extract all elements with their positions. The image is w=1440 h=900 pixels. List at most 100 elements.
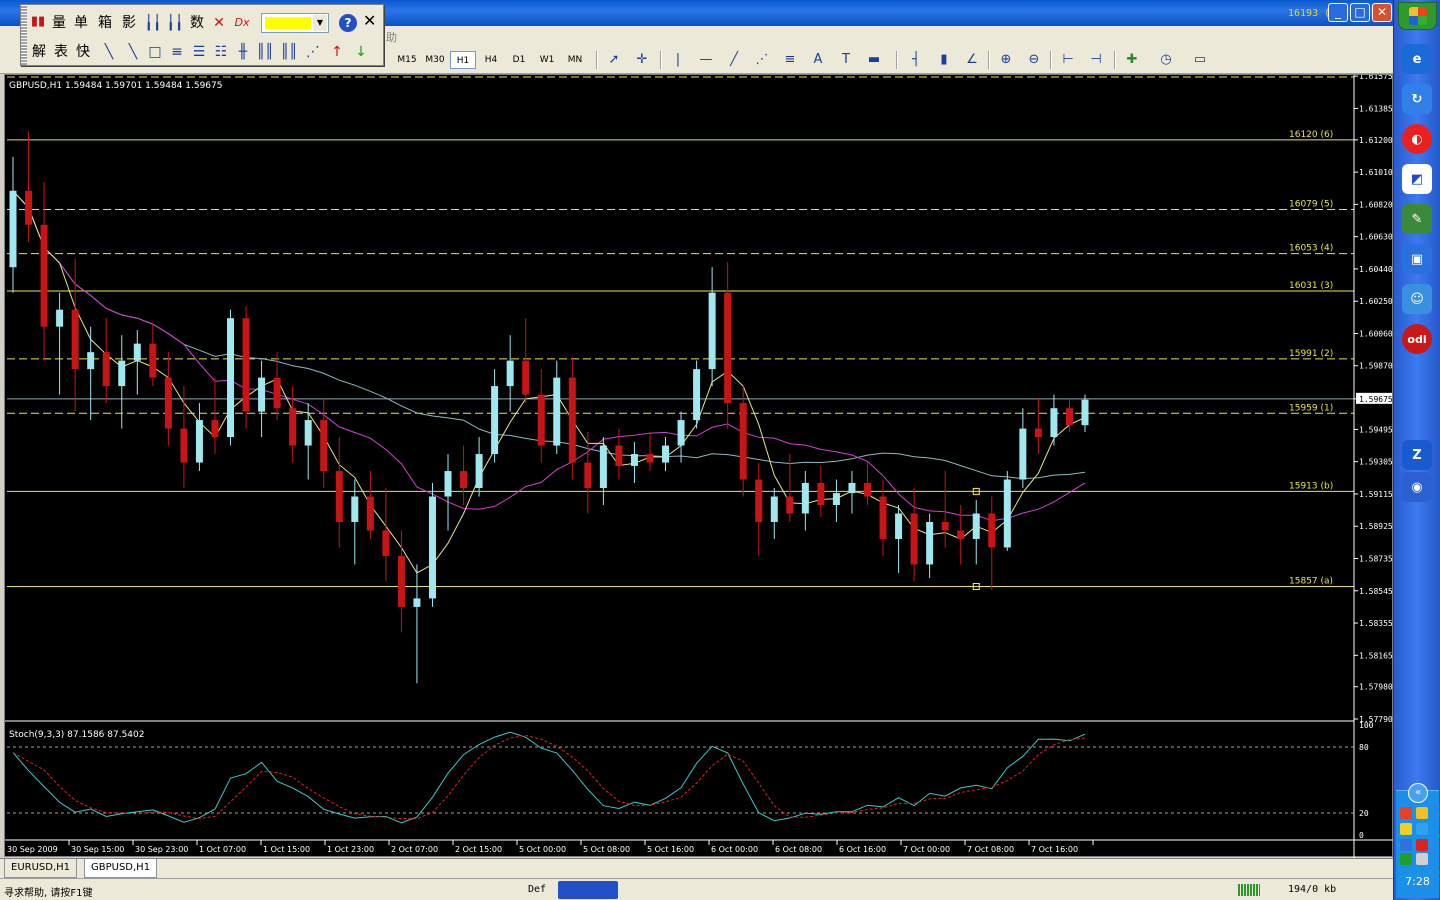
cross-lines-icon[interactable]: ✕	[209, 12, 229, 34]
chart-shift-icon[interactable]: ⊢	[1058, 51, 1078, 69]
float-item-8[interactable]: 快	[73, 41, 93, 63]
zoom-out-icon[interactable]: ⊖	[1024, 51, 1044, 69]
timeframe-mn[interactable]: MN	[562, 51, 588, 69]
autoscroll-icon[interactable]: ⊣	[1086, 51, 1106, 69]
float-item-7[interactable]: 表	[51, 41, 71, 63]
chevron-down-icon[interactable]: ▼	[313, 15, 327, 31]
tray-expand-icon[interactable]: «	[1408, 783, 1428, 803]
chart-area[interactable]: 16157 (7) 16120 (6) 16079 (5) 16053 (4) 1603…	[4, 74, 1394, 858]
timeframe-h1[interactable]: H1	[450, 51, 476, 69]
text-label-icon[interactable]: T	[836, 51, 856, 69]
delete-objects-icon[interactable]: Dx	[231, 12, 253, 34]
time-label: 7 Oct 08:00	[967, 845, 1014, 854]
float-item-3[interactable]: 箱	[95, 12, 115, 34]
timeframe-h4[interactable]: H4	[478, 51, 504, 69]
tray-icon-5[interactable]	[1400, 839, 1412, 851]
timeframe-d1[interactable]: D1	[506, 51, 532, 69]
line-chart-icon[interactable]: ∠	[962, 51, 982, 69]
ray-tool-icon[interactable]: ╲	[123, 41, 143, 63]
fibonacci-fan-icon[interactable]: ⋰	[752, 51, 772, 69]
taskbar-app-z-icon[interactable]: Z	[1402, 440, 1432, 470]
text-icon[interactable]: A	[808, 51, 828, 69]
tray-icon-1[interactable]	[1400, 807, 1412, 819]
candlestick-chart-icon[interactable]: ▮	[934, 51, 954, 69]
period-lines-icon[interactable]: ║║	[255, 41, 275, 63]
candle-body	[460, 471, 468, 489]
odl-icon[interactable]: odl	[1402, 324, 1432, 354]
close-icon[interactable]: ✕	[363, 11, 376, 30]
timeframe-w1[interactable]: W1	[534, 51, 560, 69]
candle-body	[71, 309, 79, 370]
vertical-line-icon[interactable]: |	[668, 51, 688, 69]
float-item-5[interactable]: 数	[187, 12, 207, 34]
refresh-icon[interactable]: ↻	[1402, 84, 1432, 114]
window-icon[interactable]: ▣	[1402, 244, 1432, 274]
candle-body	[801, 482, 809, 514]
app-icon-red[interactable]: ◐	[1402, 124, 1432, 154]
toolbar-grip[interactable]	[21, 5, 27, 65]
candle-body	[242, 318, 250, 412]
tray-icon-2[interactable]	[1416, 807, 1428, 819]
tray-icon-4[interactable]	[1416, 823, 1428, 835]
channel-tool-icon[interactable]: ≡	[167, 41, 187, 63]
zoom-in-icon[interactable]: ⊕	[996, 51, 1016, 69]
candle-body	[926, 521, 934, 565]
tray-icon-3[interactable]	[1400, 823, 1412, 835]
fibonacci-retracement-icon[interactable]: ≡	[780, 51, 800, 69]
float-item-4[interactable]: 影	[119, 12, 139, 34]
trend-line-icon[interactable]: ╱	[724, 51, 744, 69]
templates-icon[interactable]: ▭	[1190, 51, 1210, 69]
ie-icon[interactable]: e	[1402, 44, 1432, 74]
arrow-label-icon[interactable]: ▬	[864, 51, 884, 69]
cursor-icon[interactable]: ➚	[604, 51, 624, 69]
fibo-tool-icon[interactable]: ☰	[189, 41, 209, 63]
tray-icon-8[interactable]	[1416, 853, 1428, 865]
histogram-icon[interactable]: ╽╽	[143, 12, 163, 34]
float-item-1[interactable]: 量	[49, 12, 69, 34]
candle-body	[211, 420, 219, 438]
menu-item-help[interactable]: 助	[386, 29, 397, 45]
start-button[interactable]	[1398, 2, 1437, 30]
time-label: 1 Oct 15:00	[263, 845, 310, 854]
candle-body	[957, 530, 965, 539]
candle-body	[615, 445, 623, 466]
gann-lines-icon[interactable]: ║║	[279, 41, 299, 63]
status-widget[interactable]	[558, 881, 618, 899]
rectangle-tool-icon[interactable]: □	[145, 41, 165, 63]
cycle-lines-icon[interactable]: ╫	[233, 41, 253, 63]
horizontal-line-icon[interactable]: —	[696, 51, 716, 69]
fibo-expansion-icon[interactable]: ☷	[211, 41, 231, 63]
indicators-icon[interactable]: ✚	[1122, 51, 1142, 69]
timeframe-m15[interactable]: M15	[394, 51, 420, 69]
bar-chart-icon[interactable]: ┤	[906, 51, 926, 69]
float-item-2[interactable]: 单	[71, 12, 91, 34]
crosshair-icon[interactable]: ✛	[632, 51, 652, 69]
candle-pattern-icon[interactable]: ▮▮	[29, 11, 47, 33]
maximize-button[interactable]: □	[1350, 3, 1370, 22]
users-icon[interactable]: ☺	[1402, 284, 1432, 314]
arrow-up-icon[interactable]: ↑	[327, 41, 347, 63]
checker-icon[interactable]: ◩	[1402, 164, 1432, 194]
gann-fan-icon[interactable]: ⋰	[303, 41, 323, 63]
histogram-alt-icon[interactable]: ╽╽	[165, 12, 185, 34]
pencils-icon[interactable]: ✎	[1402, 204, 1432, 234]
candle-body	[770, 496, 778, 522]
tab-eurusd[interactable]: EURUSD,H1	[4, 859, 78, 878]
close-button[interactable]: ✕	[1372, 3, 1392, 22]
minimize-button[interactable]: _	[1328, 3, 1348, 22]
tray-icon-6[interactable]	[1416, 839, 1428, 851]
color-picker[interactable]: ▼	[261, 13, 329, 33]
tray-icon-7[interactable]	[1400, 853, 1412, 865]
level-label: 15991 (2)	[1289, 349, 1333, 359]
price-chart[interactable]: 16157 (7) 16120 (6) 16079 (5) 16053 (4) 1603…	[5, 75, 1394, 858]
stoch-signal-line	[12, 734, 1086, 820]
tab-gbpusd[interactable]: GBPUSD,H1	[84, 859, 158, 878]
taskbar-app-icon[interactable]: ◉	[1402, 472, 1432, 502]
help-icon[interactable]: ?	[339, 14, 357, 32]
line-tool-icon[interactable]: ╲	[99, 41, 119, 63]
arrow-down-icon[interactable]: ↓	[351, 41, 371, 63]
level-label: 15857 (a)	[1289, 577, 1333, 587]
periods-clock-icon[interactable]: ◷	[1156, 51, 1176, 69]
timeframe-m30[interactable]: M30	[422, 51, 448, 69]
float-item-6[interactable]: 解	[29, 41, 49, 63]
